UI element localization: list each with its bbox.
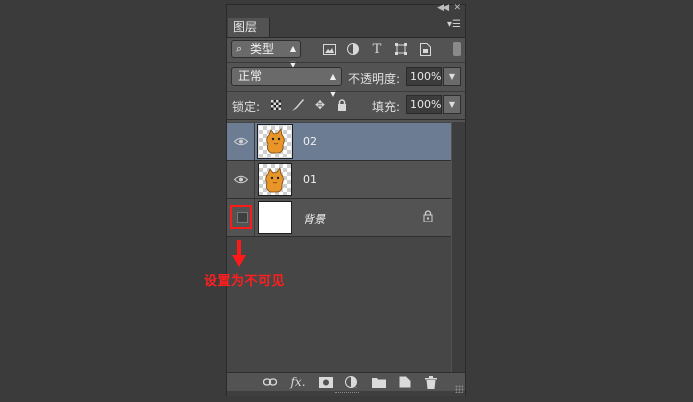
fill-dropdown-button[interactable]: ▼	[443, 95, 461, 114]
layers-scrollbar[interactable]	[452, 122, 465, 372]
layer-name[interactable]: 02	[303, 135, 317, 148]
collapse-icon[interactable]: ◀◀	[437, 3, 449, 13]
cat-sticker-thumbnail	[266, 128, 285, 154]
opacity-input[interactable]: 100%	[406, 67, 442, 86]
lock-image-pixels-icon[interactable]	[291, 98, 305, 112]
svg-text:.: .	[355, 383, 357, 388]
cat-sticker-thumbnail	[265, 167, 284, 193]
blend-row: 正常 ▲ ▼ 不透明度: 100% ▼	[227, 65, 465, 98]
layer-row-02[interactable]: 02	[227, 123, 451, 161]
filter-toggle-switch[interactable]	[453, 42, 461, 56]
fill-input[interactable]: 100%	[406, 95, 442, 114]
opacity-label: 不透明度:	[348, 72, 401, 86]
lock-all-icon[interactable]	[335, 98, 349, 112]
mask-icon[interactable]	[319, 375, 333, 389]
filter-kind-label: 类型	[250, 42, 275, 56]
panel-tab-row: 图层 ▾☰	[227, 17, 465, 38]
link-icon[interactable]	[263, 375, 277, 389]
blend-mode-value: 正常	[238, 69, 263, 83]
layer-thumbnail	[258, 163, 292, 196]
filter-kind-select[interactable]: ⌕ 类型 ▲ ▼	[231, 40, 301, 69]
fill-label: 填充:	[372, 100, 401, 114]
shape-filter-icon[interactable]	[394, 42, 408, 56]
lock-label: 锁定:	[232, 100, 261, 114]
layer-row-background[interactable]: 背景	[227, 199, 451, 237]
layer-name[interactable]: 背景	[303, 211, 325, 227]
lock-transparent-pixels-icon[interactable]	[269, 98, 283, 112]
divider	[227, 91, 465, 92]
adjustment-filter-icon[interactable]	[346, 42, 360, 56]
opacity-dropdown-button[interactable]: ▼	[443, 67, 461, 86]
resize-grip	[335, 392, 359, 395]
layers-bottom-toolbar: fx. .	[227, 372, 465, 392]
blend-mode-select[interactable]: 正常 ▲ ▼	[231, 67, 342, 98]
highlight-frame	[230, 205, 252, 229]
layer-name[interactable]: 01	[303, 173, 317, 186]
lock-row: 锁定: ✥ 填充: 100% ▼	[227, 93, 465, 117]
resize-corner-icon[interactable]	[455, 385, 463, 393]
layers-list: 02 01 背景	[227, 122, 451, 372]
down-arrow-icon	[232, 240, 246, 267]
close-panel-icon[interactable]: ✕	[453, 3, 461, 13]
lock-icon	[423, 210, 435, 224]
divider	[227, 119, 465, 120]
lock-position-icon[interactable]: ✥	[313, 98, 327, 112]
trash-icon[interactable]	[424, 375, 438, 389]
layer-thumbnail	[258, 201, 292, 234]
folder-icon[interactable]	[372, 375, 386, 389]
adjustment-layer-icon[interactable]: .	[345, 375, 359, 389]
layers-panel: ◀◀ ✕ 图层 ▾☰ ⌕ 类型 ▲ ▼ T 正常 ▲ ▼ 不透明度: 100% …	[226, 3, 466, 396]
layer-thumbnail	[257, 124, 293, 159]
layer-row-01[interactable]: 01	[227, 161, 451, 199]
divider	[227, 62, 465, 63]
smart-object-filter-icon[interactable]	[418, 42, 432, 56]
eye-icon[interactable]	[228, 123, 255, 160]
tab-layers[interactable]: 图层	[228, 18, 270, 37]
panel-menu-icon[interactable]: ▾☰	[447, 19, 461, 30]
annotation-text: 设置为不可见	[204, 274, 286, 289]
panel-resize-bar[interactable]	[227, 391, 465, 396]
type-filter-icon[interactable]: T	[370, 42, 384, 57]
fx-icon[interactable]: fx.	[290, 375, 305, 389]
new-layer-icon[interactable]	[398, 375, 412, 389]
filter-row: ⌕ 类型 ▲ ▼ T	[227, 38, 465, 69]
search-icon: ⌕	[236, 42, 243, 55]
eye-icon[interactable]	[228, 161, 255, 198]
image-filter-icon[interactable]	[322, 42, 336, 56]
